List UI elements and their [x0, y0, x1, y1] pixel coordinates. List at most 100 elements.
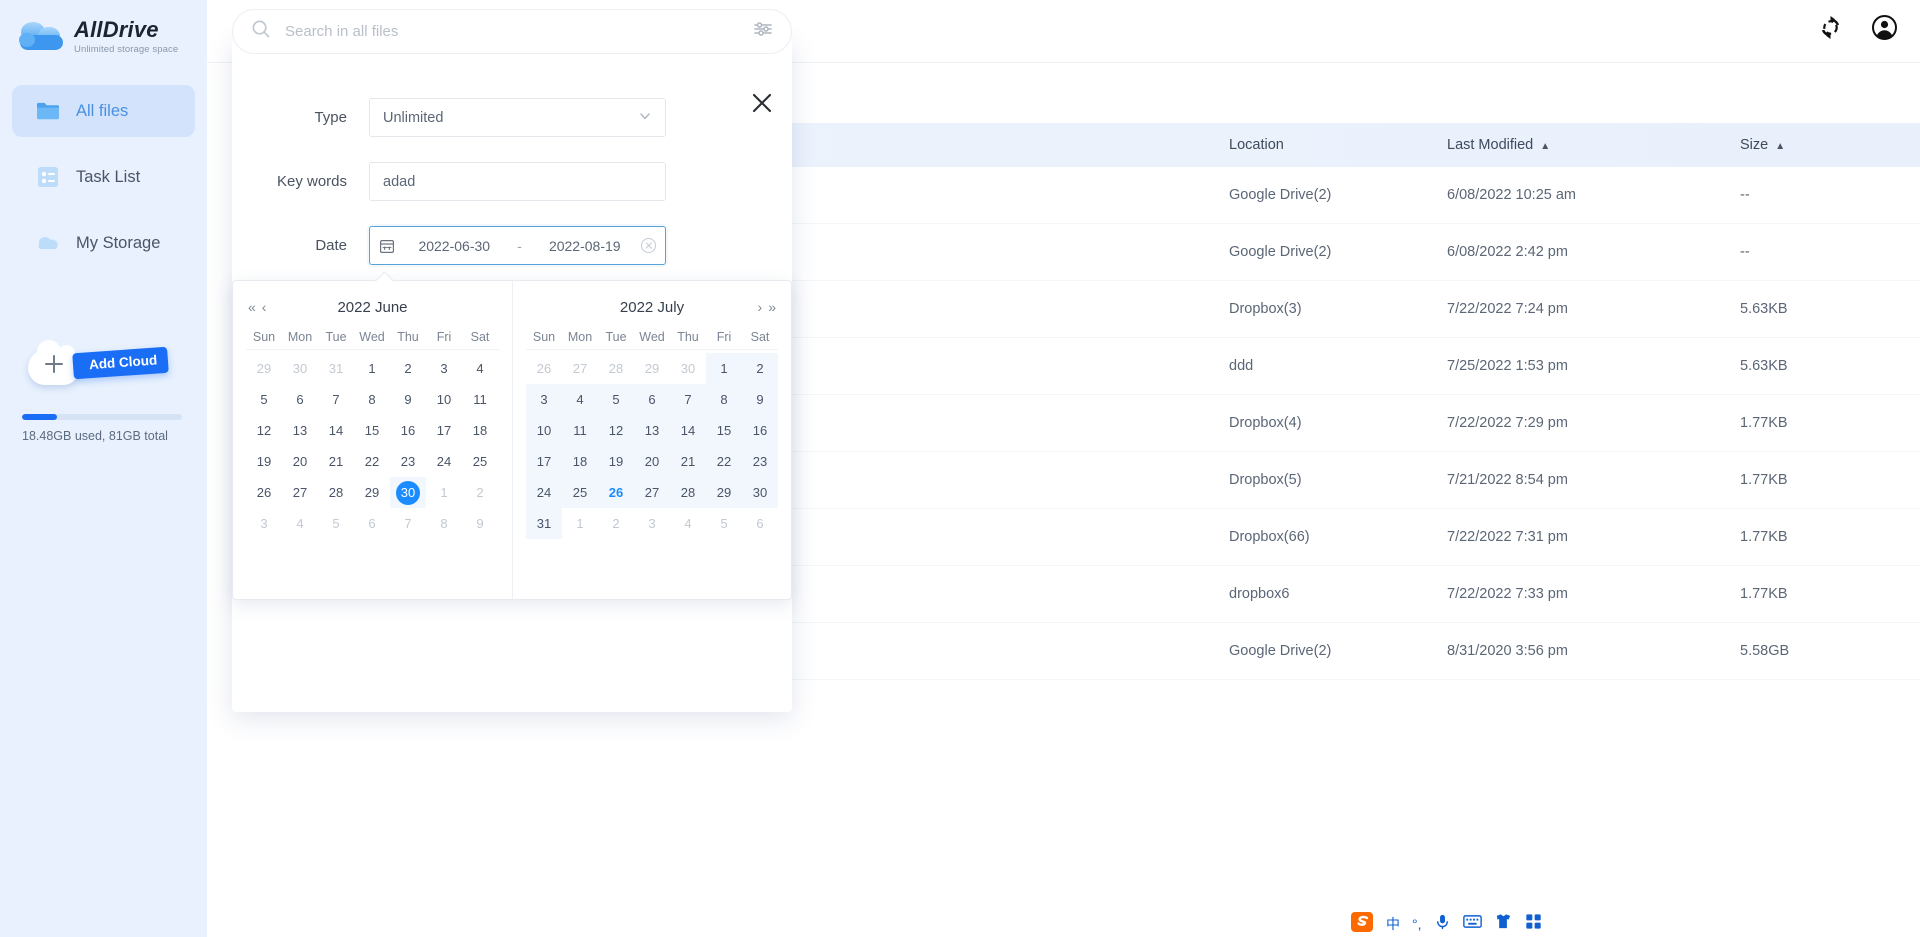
calendar-day[interactable]: 19	[598, 446, 634, 477]
calendar-day[interactable]: 21	[318, 446, 354, 477]
column-header-last-modified[interactable]: Last Modified ▲	[1447, 137, 1740, 153]
calendar-day[interactable]: 16	[390, 415, 426, 446]
search-bar[interactable]: Search in all files	[232, 9, 792, 54]
calendar-day[interactable]: 4	[562, 384, 598, 415]
calendar-day[interactable]: 11	[462, 384, 498, 415]
calendar-day[interactable]: 1	[562, 508, 598, 539]
calendar-day[interactable]: 3	[246, 508, 282, 539]
calendar-day[interactable]: 13	[282, 415, 318, 446]
calendar-day[interactable]: 30	[670, 353, 706, 384]
punctuation-icon[interactable]: °,	[1412, 916, 1422, 932]
calendar-day[interactable]: 10	[526, 415, 562, 446]
voice-input-icon[interactable]	[1434, 913, 1451, 935]
soft-keyboard-icon[interactable]	[1462, 914, 1482, 934]
calendar-day[interactable]: 5	[598, 384, 634, 415]
calendar-day[interactable]: 2	[742, 353, 778, 384]
filter-sliders-icon[interactable]	[753, 19, 773, 44]
calendar-day[interactable]: 28	[318, 477, 354, 508]
calendar-day[interactable]: 28	[670, 477, 706, 508]
calendar-day[interactable]: 22	[706, 446, 742, 477]
calendar-day[interactable]: 9	[742, 384, 778, 415]
calendar-day[interactable]: 31	[526, 508, 562, 539]
sync-icon[interactable]	[1817, 14, 1844, 41]
calendar-day[interactable]: 5	[706, 508, 742, 539]
calendar-day[interactable]: 14	[670, 415, 706, 446]
calendar-day[interactable]: 7	[390, 508, 426, 539]
calendar-day[interactable]: 8	[706, 384, 742, 415]
calendar-day[interactable]: 16	[742, 415, 778, 446]
calendar-day[interactable]: 9	[462, 508, 498, 539]
double-chevron-left-icon[interactable]: «	[248, 300, 256, 314]
calendar-day[interactable]: 13	[634, 415, 670, 446]
column-header-size[interactable]: Size ▲	[1740, 137, 1920, 153]
double-chevron-right-icon[interactable]: »	[768, 300, 776, 314]
calendar-day[interactable]: 29	[706, 477, 742, 508]
calendar-day[interactable]: 27	[562, 353, 598, 384]
calendar-day[interactable]: 9	[390, 384, 426, 415]
sort-arrow-up-icon[interactable]: ▲	[1540, 141, 1550, 152]
calendar-day[interactable]: 5	[318, 508, 354, 539]
add-cloud-button[interactable]: Add Cloud	[28, 340, 198, 390]
calendar-day[interactable]: 3	[526, 384, 562, 415]
toolbox-icon[interactable]	[1525, 913, 1542, 935]
calendar-day[interactable]: 3	[426, 353, 462, 384]
calendar-day[interactable]: 25	[562, 477, 598, 508]
calendar-day[interactable]: 7	[318, 384, 354, 415]
calendar-day[interactable]: 1	[426, 477, 462, 508]
calendar-day[interactable]: 22	[354, 446, 390, 477]
calendar-day[interactable]: 6	[742, 508, 778, 539]
calendar-day[interactable]: 6	[354, 508, 390, 539]
calendar-day[interactable]: 30	[282, 353, 318, 384]
date-start-input[interactable]: 2022-06-30	[400, 238, 509, 254]
calendar-day[interactable]: 11	[562, 415, 598, 446]
calendar-day[interactable]: 27	[282, 477, 318, 508]
calendar-day[interactable]: 30	[390, 477, 426, 508]
calendar-day[interactable]: 5	[246, 384, 282, 415]
chinese-mode-icon[interactable]: 中	[1386, 914, 1400, 934]
calendar-day[interactable]: 4	[282, 508, 318, 539]
calendar-day[interactable]: 23	[390, 446, 426, 477]
calendar-day[interactable]: 6	[282, 384, 318, 415]
calendar-day[interactable]: 24	[526, 477, 562, 508]
calendar-day[interactable]: 2	[462, 477, 498, 508]
calendar-day[interactable]: 29	[246, 353, 282, 384]
calendar-day[interactable]: 26	[246, 477, 282, 508]
calendar-day[interactable]: 21	[670, 446, 706, 477]
calendar-day[interactable]: 8	[426, 508, 462, 539]
calendar-day[interactable]: 12	[246, 415, 282, 446]
calendar-day[interactable]: 25	[462, 446, 498, 477]
calendar-day[interactable]: 3	[634, 508, 670, 539]
skin-icon[interactable]	[1494, 913, 1513, 935]
calendar-day[interactable]: 17	[526, 446, 562, 477]
sogou-logo-icon[interactable]	[1350, 910, 1374, 937]
calendar-day[interactable]: 6	[634, 384, 670, 415]
calendar-day[interactable]: 1	[706, 353, 742, 384]
calendar-day[interactable]: 27	[634, 477, 670, 508]
calendar-day[interactable]: 19	[246, 446, 282, 477]
search-input[interactable]: Search in all files	[285, 23, 753, 40]
calendar-day[interactable]: 1	[354, 353, 390, 384]
date-range-input[interactable]: 2022-06-30 - 2022-08-19	[369, 226, 666, 265]
calendar-day[interactable]: 20	[634, 446, 670, 477]
calendar-day[interactable]: 31	[318, 353, 354, 384]
sort-arrow-up-icon[interactable]: ▲	[1775, 141, 1785, 152]
chevron-left-icon[interactable]: ‹	[262, 300, 267, 314]
calendar-day[interactable]: 2	[598, 508, 634, 539]
calendar-day[interactable]: 7	[670, 384, 706, 415]
calendar-day[interactable]: 24	[426, 446, 462, 477]
calendar-day[interactable]: 29	[354, 477, 390, 508]
column-header-location[interactable]: Location	[1229, 137, 1447, 153]
calendar-day[interactable]: 18	[562, 446, 598, 477]
calendar-day[interactable]: 28	[598, 353, 634, 384]
calendar-day[interactable]: 30	[742, 477, 778, 508]
sidebar-item-my-storage[interactable]: My Storage	[12, 217, 195, 269]
calendar-day[interactable]: 2	[390, 353, 426, 384]
calendar-day[interactable]: 14	[318, 415, 354, 446]
calendar-day[interactable]: 20	[282, 446, 318, 477]
calendar-day[interactable]: 15	[706, 415, 742, 446]
date-end-input[interactable]: 2022-08-19	[531, 238, 640, 254]
calendar-day[interactable]: 26	[526, 353, 562, 384]
calendar-day[interactable]: 26	[598, 477, 634, 508]
sidebar-item-all-files[interactable]: All files	[12, 85, 195, 137]
calendar-day[interactable]: 4	[462, 353, 498, 384]
